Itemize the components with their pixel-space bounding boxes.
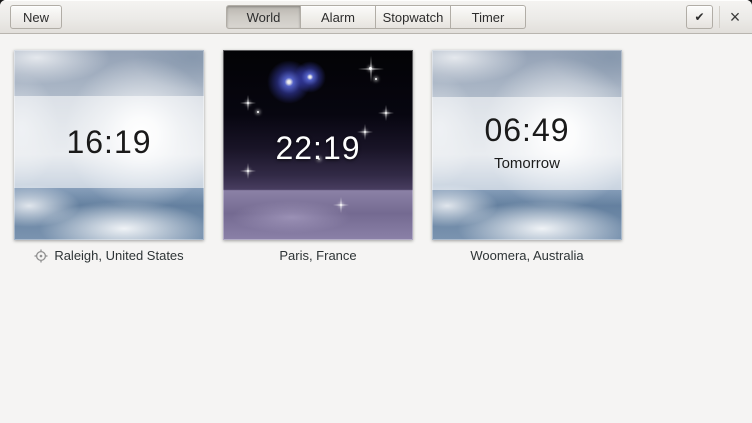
star-icon <box>385 112 387 114</box>
clock-tile-paris[interactable]: 22:19 Paris, France <box>223 50 413 263</box>
view-switcher: World Alarm Stopwatch Timer <box>226 5 526 29</box>
time-band: 06:49 Tomorrow <box>432 97 622 190</box>
clock-city-label: Woomera, Australia <box>470 248 583 263</box>
gnome-clocks-window: New World Alarm Stopwatch Timer ✔ × 16:1… <box>0 0 752 423</box>
star-icon <box>257 111 259 113</box>
header-right-controls: ✔ × <box>686 5 744 29</box>
time-band: 16:19 <box>14 96 204 188</box>
clock-caption: Paris, France <box>223 248 413 263</box>
clock-city-label: Raleigh, United States <box>54 248 183 263</box>
clock-time: 22:19 <box>275 132 360 164</box>
star-icon <box>364 131 366 133</box>
world-clocks-view: 16:19 Raleigh, United States <box>0 34 752 423</box>
clock-tile-raleigh[interactable]: 16:19 Raleigh, United States <box>14 50 204 263</box>
star-icon <box>375 78 377 80</box>
star-icon <box>247 170 249 172</box>
header-separator <box>719 6 720 28</box>
current-location-icon <box>34 249 48 263</box>
tab-timer[interactable]: Timer <box>451 5 526 29</box>
night-sky-photo: 22:19 <box>223 50 413 240</box>
day-sky-photo: 06:49 Tomorrow <box>432 50 622 240</box>
clock-caption: Raleigh, United States <box>14 248 204 263</box>
blue-star-glow <box>294 61 326 93</box>
clock-grid: 16:19 Raleigh, United States <box>0 34 752 263</box>
header-bar: New World Alarm Stopwatch Timer ✔ × <box>0 0 752 34</box>
clock-tile-woomera[interactable]: 06:49 Tomorrow Woomera, Australia <box>432 50 622 263</box>
clock-day-offset-label: Tomorrow <box>494 155 560 172</box>
clock-time: 16:19 <box>66 126 151 158</box>
tab-stopwatch[interactable]: Stopwatch <box>376 5 451 29</box>
clock-time: 06:49 <box>484 114 569 146</box>
star-icon <box>369 67 372 70</box>
star-icon <box>247 102 249 104</box>
star-icon <box>340 204 342 206</box>
close-icon: × <box>730 7 741 27</box>
day-sky-photo: 16:19 <box>14 50 204 240</box>
close-button[interactable]: × <box>726 5 744 29</box>
checkmark-icon: ✔ <box>694 10 704 24</box>
clock-caption: Woomera, Australia <box>432 248 622 263</box>
tab-world[interactable]: World <box>226 5 301 29</box>
clock-city-label: Paris, France <box>279 248 356 263</box>
new-button[interactable]: New <box>10 5 62 29</box>
tab-alarm[interactable]: Alarm <box>301 5 376 29</box>
select-mode-button[interactable]: ✔ <box>686 5 713 29</box>
